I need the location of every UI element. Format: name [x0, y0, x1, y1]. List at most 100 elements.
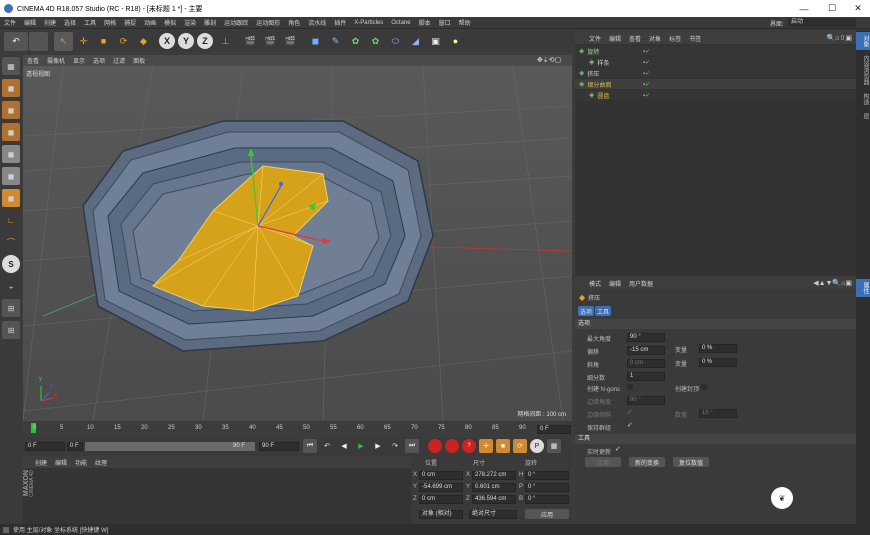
right-tab[interactable]: 内容浏览器: [856, 52, 870, 88]
recent-tool-icon[interactable]: ◆: [134, 32, 153, 51]
menu-item[interactable]: 脚本: [415, 18, 435, 27]
tab-attributes-vertical[interactable]: 属性: [856, 279, 870, 297]
object-menu-item[interactable]: 编辑: [605, 34, 625, 43]
coord-position-field[interactable]: 0 cm: [419, 495, 463, 504]
scale-icon[interactable]: ■: [94, 32, 113, 51]
attribute-menu-item[interactable]: 模式: [585, 279, 605, 288]
next-key-icon[interactable]: ↷: [388, 439, 402, 453]
right-tab[interactable]: 构造: [856, 90, 870, 108]
menu-item[interactable]: X-Particles: [350, 20, 387, 26]
lock-workplane-icon[interactable]: ⊞: [2, 299, 20, 317]
close-icon[interactable]: ✕: [844, 0, 870, 17]
playback-controls[interactable]: ⏮ ↶ ◀ ▶ ▶ ↷ ⏭: [303, 439, 420, 453]
menu-item[interactable]: 文件: [0, 18, 20, 27]
key-parameter-icon[interactable]: P: [530, 439, 544, 453]
object-row[interactable]: ◈ 挤压 ▪✓: [575, 68, 856, 78]
start-frame-field[interactable]: 0 F: [67, 442, 83, 451]
z-axis-icon[interactable]: Z: [197, 33, 213, 49]
tweak-icon[interactable]: ⌒: [2, 233, 20, 251]
material-menu-item[interactable]: 创建: [31, 458, 51, 467]
coordinate-system-icon[interactable]: ⊥: [216, 32, 235, 51]
magnet-icon[interactable]: ◒: [2, 277, 20, 295]
layout-dropdown[interactable]: 启动: [788, 18, 856, 27]
coord-size-field[interactable]: 278.272 cm: [472, 471, 516, 480]
object-row[interactable]: ◈ 细分曲面 ▪✓: [575, 79, 856, 89]
model-mode-icon[interactable]: ◼: [2, 79, 20, 97]
record-controls[interactable]: ? ✛ ■ ⟳ P ▦: [428, 439, 562, 453]
material-menu-item[interactable]: 功能: [71, 458, 91, 467]
coord-size-mode-dropdown[interactable]: 绝对尺寸: [469, 510, 517, 519]
environment-icon[interactable]: ◢: [406, 32, 425, 51]
menu-item[interactable]: 窗口: [435, 18, 455, 27]
menu-item[interactable]: 雕刻: [200, 18, 220, 27]
menu-item[interactable]: 编辑: [20, 18, 40, 27]
menu-item[interactable]: 捕捉: [120, 18, 140, 27]
menu-item[interactable]: 流水线: [304, 18, 330, 27]
key-scale-icon[interactable]: ■: [496, 439, 510, 453]
edge-bevel-checkbox[interactable]: ✓: [627, 408, 633, 416]
viewport-menu-item[interactable]: 选项: [89, 56, 109, 65]
workplane-icon[interactable]: ⊞: [2, 321, 20, 339]
menu-item[interactable]: 模拟: [160, 18, 180, 27]
redo-icon[interactable]: [29, 31, 48, 51]
tab-options[interactable]: 选项: [578, 306, 594, 316]
viewport[interactable]: 透视视图 网格间距 : 100 cm y x z: [23, 66, 572, 421]
deformer-icon[interactable]: ⬭: [386, 32, 405, 51]
menu-item[interactable]: 动画: [140, 18, 160, 27]
object-search-icons[interactable]: 🔍⌂⇧▣: [827, 34, 852, 42]
coord-mode-dropdown[interactable]: 对象 (相对): [419, 510, 463, 519]
go-start-icon[interactable]: ⏮: [303, 439, 317, 453]
attr-field-value[interactable]: 90 °: [627, 333, 665, 342]
viewport-menu-item[interactable]: 面板: [129, 56, 149, 65]
right-tab[interactable]: 层: [856, 110, 870, 122]
var-field-2[interactable]: 0 %: [699, 358, 737, 367]
workplane-mode-icon[interactable]: ◼: [2, 123, 20, 141]
minimize-icon[interactable]: —: [790, 0, 818, 17]
attr-field-value[interactable]: 0 cm: [627, 359, 665, 368]
object-menu-item[interactable]: 对象: [645, 34, 665, 43]
light-icon[interactable]: ●: [446, 32, 465, 51]
key-rotation-icon[interactable]: ⟳: [513, 439, 527, 453]
record-icon[interactable]: [428, 439, 442, 453]
subdivision-icon[interactable]: ✿: [346, 32, 365, 51]
coord-size-field[interactable]: 0.601 cm: [472, 483, 516, 492]
viewport-menu-item[interactable]: 显示: [69, 56, 89, 65]
cube-icon[interactable]: ◼: [306, 32, 325, 51]
snap-icon[interactable]: S: [2, 255, 20, 273]
menu-item[interactable]: Octane: [387, 20, 414, 26]
menu-item[interactable]: 角色: [284, 18, 304, 27]
object-menu-item[interactable]: 查看: [625, 34, 645, 43]
maximize-icon[interactable]: ☐: [818, 0, 846, 17]
coord-position-field[interactable]: 0 cm: [419, 471, 463, 480]
object-visibility-flags[interactable]: ▪✓: [643, 81, 650, 88]
new-transform-button[interactable]: 新的变换: [629, 457, 665, 467]
timeline[interactable]: 0 F 0 5 10 15 20 25 30 35 40 45 50 55 60 65 70 75 80 85 90: [23, 421, 572, 437]
max-frame-field[interactable]: 90 F: [259, 442, 299, 451]
viewport-menu-item[interactable]: 过滤: [109, 56, 129, 65]
apply-button[interactable]: 应用: [585, 457, 621, 467]
menu-item[interactable]: 运动图形: [252, 18, 284, 27]
next-frame-icon[interactable]: ▶: [371, 439, 385, 453]
coord-position-field[interactable]: -54.699 cm: [419, 483, 463, 492]
object-visibility-flags[interactable]: ▪✓: [643, 70, 650, 77]
cloner-icon[interactable]: ✿: [366, 32, 385, 51]
texture-mode-icon[interactable]: ◼: [2, 101, 20, 119]
object-menu-item[interactable]: 文件: [585, 34, 605, 43]
keep-groups-checkbox[interactable]: ✓: [627, 421, 633, 429]
points-mode-icon[interactable]: ◼: [2, 145, 20, 163]
material-menu-item[interactable]: 纹理: [91, 458, 111, 467]
pen-icon[interactable]: ✎: [326, 32, 345, 51]
current-frame-field[interactable]: 0 F: [25, 442, 65, 451]
coord-rotation-field[interactable]: 0 °: [525, 483, 569, 492]
menu-item[interactable]: 渲染: [180, 18, 200, 27]
render-settings-icon[interactable]: 🎬: [281, 32, 300, 51]
tab-tool[interactable]: 工具: [595, 306, 611, 316]
y-axis-icon[interactable]: Y: [178, 33, 194, 49]
attr-nav-icons[interactable]: ◀▲▼🔍⌂▣: [813, 279, 852, 287]
menu-item[interactable]: 工具: [80, 18, 100, 27]
object-visibility-flags[interactable]: ▪✓: [643, 48, 650, 55]
object-row[interactable]: ◈ 圆盘 ▪✓: [575, 90, 856, 100]
frame-range-slider[interactable]: [85, 442, 255, 451]
coord-rotation-field[interactable]: 0 °: [525, 495, 569, 504]
coord-rotation-field[interactable]: 0 °: [525, 471, 569, 480]
